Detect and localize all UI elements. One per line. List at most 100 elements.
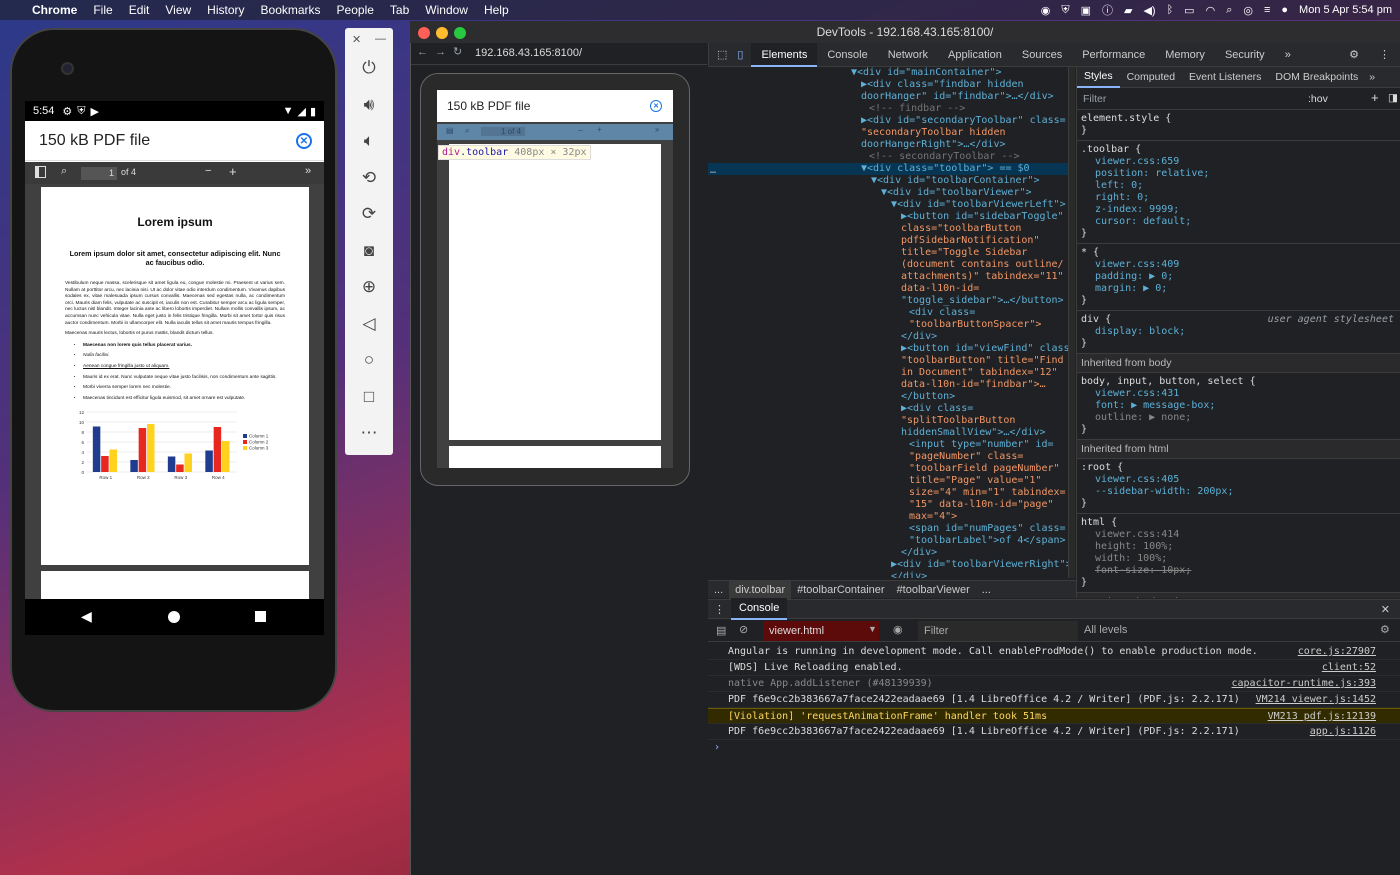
battery-icon[interactable]: ▭ <box>1184 4 1194 17</box>
dom-node-line[interactable]: ▼<div id="toolbarViewer"> <box>708 187 1068 199</box>
user-icon[interactable]: ◎ <box>1243 4 1253 17</box>
dom-node-line[interactable]: hiddenSmallView">…</div> <box>708 427 1068 439</box>
style-rule[interactable]: .toolbar {viewer.css:659 position: relati… <box>1077 141 1400 244</box>
dom-node-line[interactable]: pdfSidebarNotification" <box>708 235 1068 247</box>
dom-node-line[interactable]: </div> <box>708 331 1068 343</box>
dom-node-line[interactable]: (document contains outline/ <box>708 259 1068 271</box>
settings-icon[interactable]: ⚙ <box>1339 48 1369 61</box>
console-source-link[interactable]: core.js:27907 <box>1298 644 1376 660</box>
rotate-left-icon[interactable]: ⟲ <box>345 160 393 197</box>
style-rule[interactable]: Inherited from html <box>1077 440 1400 459</box>
console-source-link[interactable]: capacitor-runtime.js:393 <box>1232 676 1377 692</box>
dom-node-line[interactable]: "toolbarButtonSpacer"> <box>708 319 1068 331</box>
volume-icon[interactable]: ◀) <box>1143 4 1155 17</box>
dom-node-line[interactable]: max="4"> <box>708 511 1068 523</box>
console-message[interactable]: PDF f6e9cc2b383667a7face2422eadaae69 [1.… <box>708 692 1400 708</box>
console-message[interactable]: PDF f6e9cc2b383667a7face2422eadaae69 [1.… <box>708 724 1400 740</box>
tab-network[interactable]: Network <box>878 49 938 61</box>
dom-node-line[interactable]: "pageNumber" class= <box>708 451 1068 463</box>
more-tools-icon[interactable]: » <box>305 165 311 177</box>
menu-help[interactable]: Help <box>476 3 517 17</box>
dom-node-line[interactable]: </button> <box>708 391 1068 403</box>
breadcrumb-item[interactable]: div.toolbar <box>729 580 792 599</box>
bluetooth-icon[interactable]: ᛒ <box>1167 4 1174 16</box>
dom-node-line[interactable]: <span id="numPages" class= <box>708 523 1068 535</box>
overview-button[interactable] <box>255 611 266 622</box>
home-icon[interactable]: ○ <box>345 342 393 379</box>
close-icon[interactable]: ✕ <box>352 33 361 46</box>
tab-security[interactable]: Security <box>1215 49 1275 61</box>
dom-node-line[interactable]: ▶<button id="viewFind" class= <box>708 343 1068 355</box>
dom-node-line[interactable]: ▶<div class= <box>708 403 1068 415</box>
console-prompt[interactable]: › <box>708 740 1400 756</box>
dom-node-line[interactable]: size="4" min="1" tabindex= <box>708 487 1068 499</box>
dom-node-line[interactable]: "15" data-l10n-id="page" <box>708 499 1068 511</box>
dom-node-line[interactable]: </div> <box>708 571 1068 578</box>
dom-node-line[interactable]: ▼<div id="toolbarViewerLeft"> <box>708 199 1068 211</box>
style-rule[interactable]: body, input, button, select {viewer.css:… <box>1077 373 1400 440</box>
keyboard-icon[interactable]: ▣ <box>1081 4 1091 17</box>
context-select[interactable]: viewer.html <box>763 621 879 641</box>
dom-node-line[interactable]: ▼<div id="mainContainer"> <box>708 67 1068 79</box>
dom-node-line[interactable]: title="Toggle Sidebar <box>708 247 1068 259</box>
zoom-in-button[interactable]: + <box>229 164 237 179</box>
search-icon[interactable]: ⌕ <box>1226 4 1232 17</box>
zoom-icon[interactable]: ⊕ <box>345 269 393 306</box>
breadcrumb-item[interactable]: #toolbarViewer <box>891 584 976 596</box>
minimize-window-button[interactable] <box>436 27 448 39</box>
dom-node-line[interactable]: <!-- secondaryToolbar --> <box>708 151 1068 163</box>
shield-icon[interactable]: ⛨ <box>1061 4 1069 17</box>
dom-node-line[interactable]: <!-- findbar --> <box>708 103 1068 115</box>
add-rule-icon[interactable]: + <box>1371 90 1379 105</box>
dom-tree-scrollbar[interactable] <box>1068 67 1075 578</box>
dom-node-line[interactable]: ▶<div id="secondaryToolbar" class= <box>708 115 1068 127</box>
dom-node-line[interactable]: data-l10n-id= <box>708 283 1068 295</box>
console-source-link[interactable]: client:52 <box>1322 660 1376 676</box>
console-message[interactable]: [Violation] 'requestAnimationFrame' hand… <box>708 708 1400 724</box>
more-tabs-icon[interactable]: » <box>1365 71 1379 83</box>
rotate-right-icon[interactable]: ⟳ <box>345 196 393 233</box>
dom-node-line[interactable]: title="Page" value="1" <box>708 475 1068 487</box>
tab-console[interactable]: Console <box>817 49 877 61</box>
tab-computed[interactable]: Computed <box>1120 71 1182 83</box>
clear-console-icon[interactable]: ⊘ <box>739 623 748 636</box>
dom-node-line[interactable]: "toggle_sidebar">…</button> <box>708 295 1068 307</box>
home-button[interactable] <box>168 611 180 623</box>
volume-down-icon[interactable]: 🔈︎ <box>345 123 393 160</box>
tab-styles[interactable]: Styles <box>1077 67 1120 88</box>
settings-icon[interactable]: ⚙ <box>1380 623 1390 636</box>
menu-bookmarks[interactable]: Bookmarks <box>253 3 329 17</box>
close-drawer-icon[interactable]: ✕ <box>1371 603 1400 616</box>
forward-icon[interactable]: → <box>435 46 446 58</box>
breadcrumb-item[interactable]: #toolbarContainer <box>791 584 890 596</box>
device-toggle-icon[interactable]: ▯ <box>735 48 751 61</box>
info-icon[interactable]: ⓘ <box>1102 2 1113 18</box>
flag-icon[interactable]: ▰ <box>1124 4 1132 17</box>
breadcrumb-item[interactable]: ... <box>708 584 729 596</box>
dom-node-line[interactable]: </div> <box>708 547 1068 559</box>
tab-performance[interactable]: Performance <box>1072 49 1155 61</box>
status-icon[interactable]: ◉ <box>1041 4 1051 17</box>
tab-memory[interactable]: Memory <box>1155 49 1215 61</box>
wifi-icon[interactable]: ◠ <box>1206 4 1216 17</box>
dom-node-line[interactable]: <div class= <box>708 307 1068 319</box>
more-icon[interactable]: ⋯ <box>345 415 393 452</box>
style-rule[interactable]: :root {viewer.css:405 --sidebar-width: 20… <box>1077 459 1400 514</box>
tab-dom-breakpoints[interactable]: DOM Breakpoints <box>1268 71 1365 83</box>
tab-console-drawer[interactable]: Console <box>731 598 788 620</box>
dom-node-line[interactable]: in Document" tabindex="12" <box>708 367 1068 379</box>
menu-tab[interactable]: Tab <box>382 3 417 17</box>
camera-icon[interactable]: ◙ <box>345 233 393 270</box>
volume-up-icon[interactable]: 🔊︎ <box>345 87 393 124</box>
menubar-clock[interactable]: Mon 5 Apr 5:54 pm <box>1299 4 1392 16</box>
log-levels-select[interactable]: All levels <box>1084 624 1127 636</box>
console-filter-input[interactable]: Filter <box>918 621 1078 641</box>
menu-people[interactable]: People <box>329 3 382 17</box>
menu-file[interactable]: File <box>85 3 120 17</box>
dom-node-line[interactable]: data-l10n-id="findbar">… <box>708 379 1068 391</box>
style-rule[interactable]: element.style {} <box>1077 110 1400 141</box>
console-source-link[interactable]: app.js:1126 <box>1310 724 1376 740</box>
dom-node-line[interactable]: ▶<div class="findbar hidden <box>708 79 1068 91</box>
control-center-icon[interactable]: ≡ <box>1264 4 1270 16</box>
dropdown-arrow-icon[interactable]: ▼ <box>868 624 877 634</box>
